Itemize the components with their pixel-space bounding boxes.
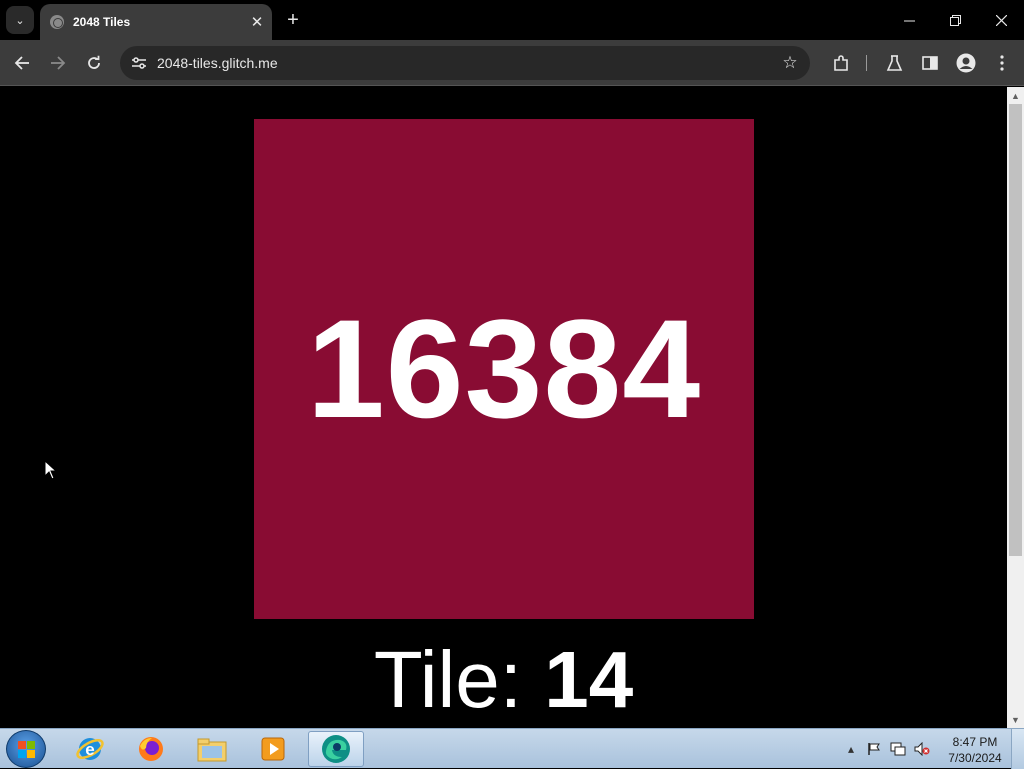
site-info-icon[interactable] [128,57,150,69]
taskbar-file-explorer[interactable] [184,731,240,767]
close-window-button[interactable] [978,0,1024,40]
game-tile[interactable]: 16384 [254,119,754,619]
media-player-icon [261,737,285,761]
scroll-up-arrow-icon[interactable]: ▲ [1007,87,1024,104]
vertical-scrollbar[interactable]: ▲ ▼ [1007,87,1024,728]
svg-text:e: e [85,740,94,759]
avatar-icon [956,53,976,73]
start-button[interactable] [6,730,46,768]
network-icon[interactable] [890,741,906,757]
browser-tab[interactable]: 2048 Tiles ✕ [40,4,272,40]
labs-button[interactable] [881,50,907,76]
menu-button[interactable] [989,50,1015,76]
taskbar-media-player[interactable] [245,731,301,767]
tab-search-button[interactable]: ⌄ [6,6,34,34]
volume-muted-icon[interactable] [914,741,930,757]
internet-explorer-icon: e [76,738,104,760]
firefox-icon [139,737,163,761]
globe-icon [50,15,64,29]
minimize-button[interactable] [886,0,932,40]
taskbar-firefox[interactable] [123,731,179,767]
puzzle-piece-icon [833,54,848,71]
tile-value: 16384 [306,290,702,447]
more-vertical-icon [1000,55,1004,71]
minimize-icon [903,20,915,21]
browser-toolbar: 2048-tiles.glitch.me ☆ [0,40,1024,86]
bookmark-star-icon[interactable]: ☆ [776,53,804,73]
reload-button[interactable] [81,50,107,76]
close-tab-icon[interactable]: ✕ [248,13,266,31]
windows-taskbar: e ▴ 8:47 PM 7/30/2024 [0,728,1024,769]
toolbar-separator [866,55,867,71]
new-tab-button[interactable]: + [282,9,304,31]
arrow-left-icon [14,56,29,70]
mouse-cursor-icon [44,460,58,480]
action-center-flag-icon[interactable] [866,741,882,757]
edge-icon [322,735,350,763]
system-clock[interactable]: 8:47 PM 7/30/2024 [940,734,1010,766]
scrollbar-thumb[interactable] [1009,104,1022,556]
file-explorer-icon [197,738,227,762]
tile-caption-value: 14 [544,635,634,724]
extensions-button[interactable] [828,50,854,76]
show-hidden-icons-icon[interactable]: ▴ [843,741,859,757]
scroll-down-arrow-icon[interactable]: ▼ [1007,711,1024,728]
tile-caption-label: Tile: [373,635,545,724]
forward-button[interactable] [45,50,71,76]
taskbar-edge-active[interactable] [308,731,364,767]
reload-icon [88,55,100,69]
tile-caption: Tile: 14 [0,634,1007,726]
profile-button[interactable] [953,50,979,76]
restore-button[interactable] [932,0,978,40]
back-button[interactable] [9,50,35,76]
clock-time: 8:47 PM [952,735,998,749]
clock-date: 7/30/2024 [948,751,1002,765]
arrow-right-icon [51,56,66,70]
side-panel-icon [922,56,938,70]
taskbar-internet-explorer[interactable]: e [62,731,118,767]
windows-logo-icon [18,741,36,759]
chevron-down-icon: ⌄ [15,14,25,27]
close-icon [995,14,1007,26]
browser-titlebar: ⌄ 2048 Tiles ✕ + [0,0,1024,40]
side-panel-button[interactable] [917,50,943,76]
restore-icon [949,14,961,26]
show-desktop-button[interactable] [1011,729,1024,769]
address-bar[interactable]: 2048-tiles.glitch.me ☆ [120,46,810,80]
url-text[interactable]: 2048-tiles.glitch.me [157,55,776,71]
tab-title: 2048 Tiles [73,15,131,29]
flask-icon [886,54,902,71]
page-viewport: 16384 Tile: 14 [0,87,1007,728]
